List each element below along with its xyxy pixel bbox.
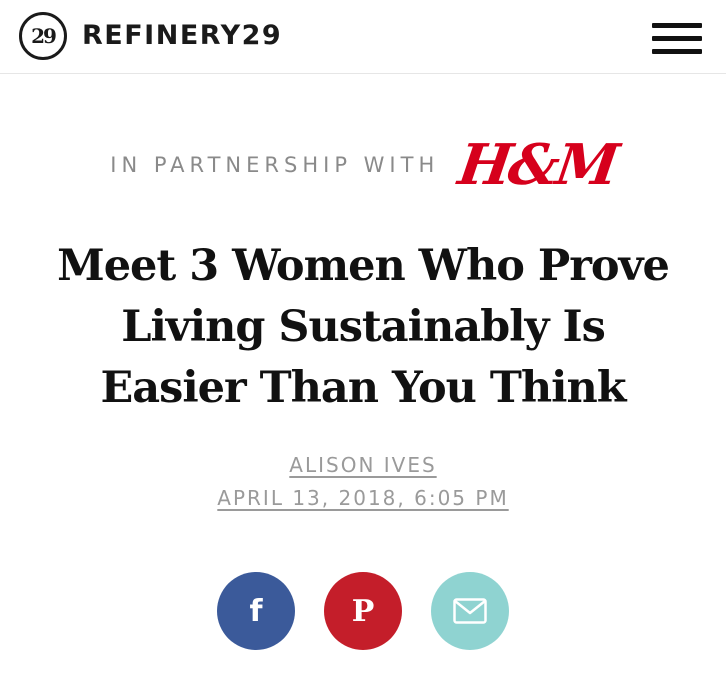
partnership-label: IN PARTNERSHIP WITH [110, 153, 440, 177]
facebook-share-button[interactable]: f [217, 572, 295, 650]
pinterest-share-button[interactable]: P [324, 572, 402, 650]
headline-line: Meet 3 Women Who Prove [57, 241, 670, 291]
pinterest-icon: P [351, 593, 375, 629]
brand-name[interactable]: REFINERY29 [82, 18, 282, 54]
hamburger-menu-icon[interactable] [652, 22, 702, 56]
share-buttons: f P [0, 572, 726, 650]
sponsor-banner: IN PARTNERSHIP WITH H&M [0, 130, 726, 200]
article-author: ALISON IVES [0, 452, 726, 478]
author-link[interactable]: ALISON IVES [289, 453, 436, 477]
refinery29-logo-icon[interactable]: 29 [19, 12, 67, 60]
top-navigation-bar: 29 REFINERY29 [0, 0, 726, 74]
menu-bar [652, 36, 702, 41]
article-headline: Meet 3 Women Who Prove Living Sustainabl… [40, 236, 686, 419]
date-link[interactable]: APRIL 13, 2018, 6:05 PM [217, 486, 508, 510]
menu-bar [652, 23, 702, 28]
headline-line: Living Sustainably Is [121, 302, 606, 352]
mail-icon [453, 598, 487, 624]
facebook-icon: f [249, 593, 263, 629]
email-share-button[interactable] [431, 572, 509, 650]
menu-bar [652, 49, 702, 54]
headline-line: Easier Than You Think [100, 363, 626, 413]
article-date: APRIL 13, 2018, 6:05 PM [0, 485, 726, 511]
logo-badge-text: 29 [31, 24, 57, 48]
partner-logo[interactable]: H&M [455, 132, 621, 198]
